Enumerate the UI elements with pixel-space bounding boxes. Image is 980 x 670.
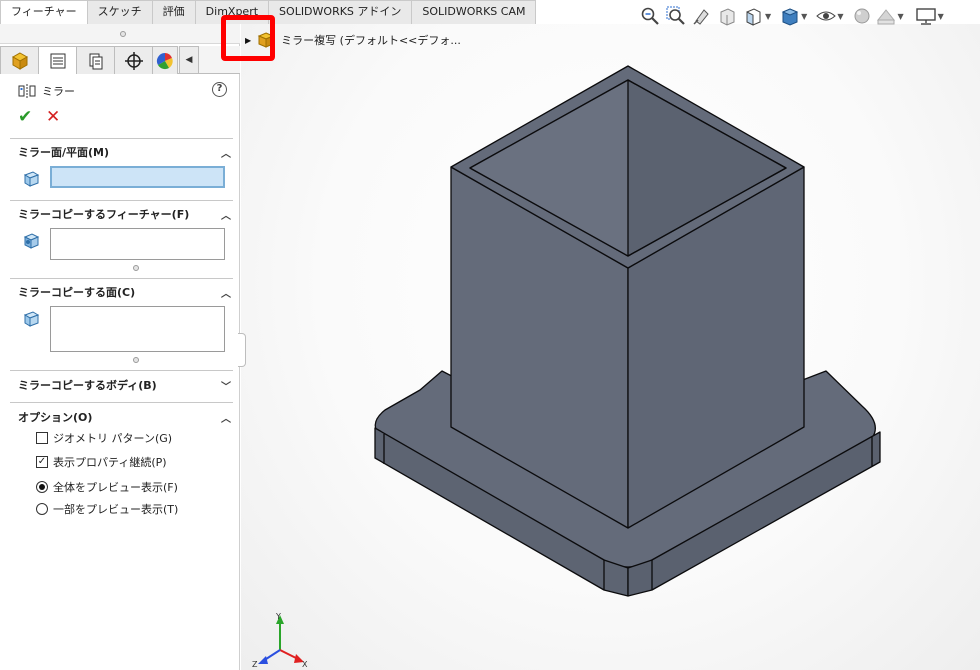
mirror-plane-selection-box[interactable] [50,166,225,188]
flyout-feature-tree[interactable]: ▶ ミラー複写 (デフォルト<<デフォ... [245,31,461,49]
tab-scroll-left-button[interactable]: ◀ [179,46,199,74]
resize-handle-icon[interactable] [133,265,139,271]
appearance-icon[interactable] [852,6,872,26]
property-manager-panel: ◀ ミラー ? ✔ ✕ ミラー面/平面(M) ︿ ミラーコピーするフィーチャー(… [0,24,240,670]
tab-features[interactable]: フィーチャー [0,0,88,25]
tab-configuration-manager[interactable] [76,46,115,74]
feature-manager-icon [11,51,28,70]
propagate-visual-checkbox[interactable]: ✓ [36,456,48,468]
tab-display-manager[interactable] [152,46,178,74]
chevron-down-icon[interactable]: ▼ [897,12,903,21]
feature-title: ミラー [42,85,75,98]
view-toolbar: ▼ ▼ ▼ ▼ ▼ [640,6,947,26]
chevron-up-icon[interactable]: ︿ [219,410,233,425]
ok-button[interactable]: ✔ [18,108,32,126]
chevron-down-icon[interactable]: ▼ [837,12,843,21]
graphics-area[interactable] [241,24,980,670]
chevron-up-icon[interactable]: ︿ [219,145,233,160]
help-button[interactable]: ? [212,82,227,97]
group-label: ミラー面/平面(M) [18,146,110,159]
partial-preview-radio[interactable] [36,503,48,515]
axis-label-x: X [302,660,308,668]
group-label: ミラーコピーするボディ(B) [18,379,157,392]
group-options: オプション(O) ︿ [10,407,233,427]
group-mirror-plane: ミラー面/平面(M) ︿ [10,142,233,194]
divider [10,402,233,403]
group-header-mirror-plane[interactable]: ミラー面/平面(M) ︿ [10,142,233,162]
monitor-icon[interactable] [915,6,937,26]
previous-view-icon[interactable] [692,6,712,26]
chevron-up-icon[interactable]: ︿ [219,285,233,300]
hide-show-icon[interactable] [816,6,837,26]
zoom-to-fit-icon[interactable] [640,6,660,26]
view-orientation-icon[interactable] [744,6,764,26]
propagate-visual-option[interactable]: ✓ 表示プロパティ継続(P) [36,454,167,470]
geometry-pattern-option[interactable]: ジオメトリ パターン(G) [36,430,172,446]
scene-icon[interactable] [876,6,896,26]
axis-label-y: Y [275,612,281,621]
full-preview-option[interactable]: 全体をプレビュー表示(F) [36,479,178,495]
face-plane-icon [23,171,40,187]
partial-preview-option[interactable]: 一部をプレビュー表示(T) [36,501,178,517]
group-label: ミラーコピーするフィーチャー(F) [18,208,190,221]
tab-addins[interactable]: SOLIDWORKS アドイン [268,0,413,24]
panel-collapse-handle[interactable] [238,333,246,367]
panel-splitter[interactable] [0,24,240,44]
section-view-icon[interactable] [718,6,738,26]
cancel-button[interactable]: ✕ [46,108,60,126]
part-model [374,65,881,597]
chevron-down-icon[interactable]: ▼ [938,12,944,21]
group-label: ミラーコピーする面(C) [18,286,136,299]
tab-evaluate[interactable]: 評価 [151,0,196,24]
zoom-area-icon[interactable] [666,6,686,26]
group-header-faces[interactable]: ミラーコピーする面(C) ︿ [10,282,233,302]
configuration-manager-icon [89,53,102,69]
group-header-options[interactable]: オプション(O) ︿ [10,407,233,427]
divider [10,278,233,279]
divider [10,370,233,371]
tab-feature-manager[interactable] [0,46,39,74]
display-manager-icon [156,52,173,69]
group-faces-to-mirror: ミラーコピーする面(C) ︿ [10,282,233,374]
display-style-icon[interactable] [780,6,800,26]
chevron-down-icon[interactable]: ▼ [801,12,807,21]
option-label: 表示プロパティ継続(P) [53,456,167,469]
splitter-dot-icon [120,31,126,37]
manager-tabs: ◀ [0,46,240,74]
faces-selection-box[interactable] [50,306,225,352]
face-select-icon [23,311,40,327]
axis-label-z: Z [252,660,258,668]
geometry-pattern-checkbox[interactable] [36,432,48,444]
group-header-bodies[interactable]: ミラーコピーするボディ(B) ﹀ [10,375,233,395]
group-header-features[interactable]: ミラーコピーするフィーチャー(F) ︿ [10,204,233,224]
feature-title-row: ミラー [18,82,75,100]
reference-triad: Y X Z [252,612,308,668]
full-preview-radio[interactable] [36,481,48,493]
resize-handle-icon[interactable] [133,357,139,363]
tab-sketch[interactable]: スケッチ [86,0,153,24]
features-selection-box[interactable] [50,228,225,260]
tab-property-manager[interactable] [38,46,77,74]
divider [10,200,233,201]
divider [10,138,233,139]
option-label: ジオメトリ パターン(G) [53,432,173,445]
chevron-down-icon[interactable]: ▼ [765,12,771,21]
tab-cam[interactable]: SOLIDWORKS CAM [411,0,537,24]
chevron-up-icon[interactable]: ︿ [219,207,233,222]
tab-dimxpert-manager[interactable] [114,46,153,74]
property-manager-icon [50,53,65,68]
group-features-to-mirror: ミラーコピーするフィーチャー(F) ︿ [10,204,233,282]
group-bodies-to-mirror: ミラーコピーするボディ(B) ﹀ [10,375,233,395]
option-label: 一部をプレビュー表示(T) [53,503,179,516]
mirror-feature-icon [18,84,36,98]
chevron-down-icon[interactable]: ﹀ [219,378,233,393]
feature-select-icon [23,233,40,249]
dimxpert-crosshair-icon [124,51,143,70]
group-label: オプション(O) [18,411,93,424]
tree-part-label[interactable]: ミラー複写 (デフォルト<<デフォ... [281,32,461,48]
highlight-box [221,15,275,61]
option-label: 全体をプレビュー表示(F) [53,481,178,494]
